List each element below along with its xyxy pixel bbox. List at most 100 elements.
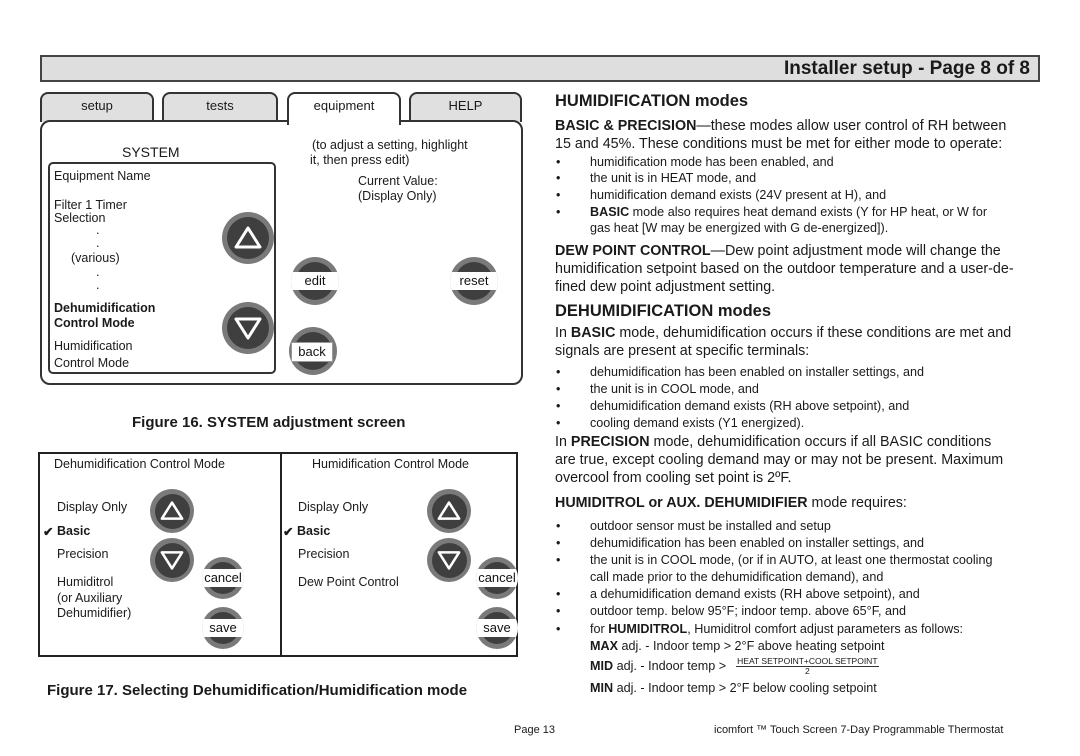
basic-dehum-line2: signals are present at specific terminal… (555, 343, 810, 359)
reset-label: reset (450, 272, 498, 290)
right-down-button[interactable] (427, 538, 471, 582)
bold-term: PRECISION (570, 434, 650, 450)
option-basic-selected[interactable]: Basic (57, 524, 90, 538)
bullet-text: , Humiditrol comfort adjust parameters a… (687, 622, 964, 636)
precision-paragraph: In PRECISION mode, dehumidification occu… (555, 433, 1045, 451)
list-item-humidification[interactable]: Humidification (54, 339, 133, 353)
bold-term: BASIC & PRECISION (555, 118, 697, 134)
cancel-label: cancel (202, 569, 244, 587)
bullet-icon: • (556, 171, 561, 185)
paragraph-text: In (555, 434, 571, 450)
left-up-button[interactable] (150, 489, 194, 533)
tab-label: tests (206, 98, 234, 113)
scroll-up-button[interactable] (222, 212, 274, 264)
current-value: (Display Only) (358, 189, 437, 203)
right-save-button[interactable]: save (476, 607, 518, 649)
option-precision[interactable]: Precision (57, 547, 108, 561)
option-precision[interactable]: Precision (298, 547, 349, 561)
ellipsis-dot: . (96, 265, 100, 279)
bold-term: MAX (590, 639, 618, 653)
option-humiditrol-2: (or Auxiliary (57, 591, 123, 605)
bullet-text: humidification mode has been enabled, an… (590, 155, 834, 169)
system-adjustment-panel: SYSTEM Equipment Name Filter 1 Timer Sel… (40, 120, 523, 385)
reset-button[interactable]: reset (450, 257, 498, 305)
figure17-caption: Figure 17. Selecting Dehumidification/Hu… (47, 682, 468, 699)
bold-term: MID (590, 658, 614, 673)
page-title: Installer setup - Page 8 of 8 (783, 58, 1030, 79)
option-basic-selected[interactable]: Basic (297, 524, 330, 538)
left-down-button[interactable] (150, 538, 194, 582)
figure16-caption: Figure 16. SYSTEM adjustment screen (132, 414, 406, 431)
list-item-equipment-name[interactable]: Equipment Name (54, 169, 151, 183)
option-display-only[interactable]: Display Only (298, 500, 368, 514)
list-item-dehumidification-selected[interactable]: Dehumidification (54, 301, 155, 315)
bullet-icon: • (556, 622, 561, 636)
option-display-only[interactable]: Display Only (57, 500, 127, 514)
bullet-text: adj. - Indoor temp > (613, 658, 727, 673)
humidification-mode-title: Humidification Control Mode (312, 457, 470, 471)
tab-tests[interactable]: tests (162, 92, 278, 122)
basic-dehum-paragraph: In BASIC mode, dehumidification occurs i… (555, 324, 1045, 342)
bullet-text: the unit is in COOL mode, and (590, 382, 759, 396)
bullet-text: the unit is in HEAT mode, and (590, 171, 757, 185)
mode-selection-figure: Dehumidification Control Mode Display On… (38, 452, 518, 657)
scroll-down-button[interactable] (222, 302, 274, 354)
left-save-button[interactable]: save (202, 607, 244, 649)
tab-equipment[interactable]: equipment (287, 92, 401, 125)
tab-setup[interactable]: setup (40, 92, 154, 122)
option-dew-point-control[interactable]: Dew Point Control (298, 575, 399, 589)
divider (280, 454, 282, 655)
paragraph-text: —these modes allow user control of RH be… (696, 118, 1007, 134)
page-number: Page 13 (514, 724, 555, 736)
bullet-text: adj. - Indoor temp > 2°F below cooling s… (613, 681, 877, 695)
bullet-text: outdoor temp. below 95°F; indoor temp. a… (590, 604, 907, 618)
right-up-button[interactable] (427, 489, 471, 533)
bullet-text: dehumidification has been enabled on ins… (590, 365, 924, 379)
save-label: save (476, 619, 518, 637)
paragraph-text: —Dew point adjustment mode will change t… (710, 243, 1001, 259)
edit-button[interactable]: edit (291, 257, 339, 305)
paragraph-text: mode, dehumidification occurs if these c… (615, 325, 1012, 341)
dew-point-paragraph: DEW POINT CONTROL—Dew point adjustment m… (555, 242, 1045, 260)
bullet-text: call made prior to the dehumidification … (590, 570, 884, 584)
ellipsis-dot: . (96, 223, 100, 237)
precision-line3: overcool from cooling set point is 2ºF. (555, 470, 792, 486)
bold-term: HUMIDITROL (608, 622, 688, 636)
left-cancel-button[interactable]: cancel (202, 557, 244, 599)
panel-title: SYSTEM (122, 144, 180, 160)
tab-label: HELP (448, 98, 483, 113)
bullet-icon: • (556, 205, 561, 219)
settings-list[interactable]: Equipment Name Filter 1 Timer Selection … (48, 162, 276, 374)
bold-term: BASIC (570, 325, 616, 341)
bullet-text: mode also requires heat demand exists (Y… (629, 205, 988, 219)
tab-help[interactable]: HELP (409, 92, 522, 122)
option-humiditrol[interactable]: Humiditrol (57, 575, 113, 589)
list-item-humidification-2: Control Mode (54, 356, 130, 370)
precision-line2: are true, except cooling demand may or m… (555, 452, 1004, 468)
list-item-dehumidification-selected-2: Control Mode (54, 316, 135, 330)
humiditrol-heading: HUMIDITROL or AUX. DEHUMIDIFIER mode req… (555, 494, 1045, 512)
tab-label: equipment (313, 98, 375, 113)
cancel-label: cancel (476, 569, 518, 587)
dehumidification-heading: DEHUMIDIFICATION modes (555, 302, 772, 320)
bullet-icon: • (556, 553, 561, 567)
bullet-text: adj. - Indoor temp > 2°F above heating s… (618, 639, 885, 653)
dehumidification-mode-title: Dehumidification Control Mode (54, 457, 225, 471)
bullet-icon: • (556, 604, 561, 618)
list-item-filter-timer[interactable]: Filter 1 Timer (54, 198, 127, 212)
check-icon: ✔ (43, 525, 54, 539)
option-humiditrol-3: Dehumidifier) (57, 606, 132, 620)
right-cancel-button[interactable]: cancel (476, 557, 518, 599)
down-arrow-icon (234, 317, 262, 340)
product-name: icomfort ™ Touch Screen 7-Day Programmab… (714, 724, 1004, 736)
bullet-text: the unit is in COOL mode, (or if in AUTO… (590, 553, 993, 567)
bullet-icon: • (556, 416, 561, 430)
bullet-text: cooling demand exists (Y1 energized). (590, 416, 805, 430)
bullet-icon: • (556, 536, 561, 550)
back-button[interactable]: back (289, 327, 337, 375)
bold-term: DEW POINT CONTROL (555, 243, 711, 259)
bold-term: MIN (590, 681, 614, 695)
paragraph-text: mode, dehumidification occurs if all BAS… (649, 434, 992, 450)
up-arrow-icon (437, 501, 461, 520)
save-label: save (202, 619, 244, 637)
